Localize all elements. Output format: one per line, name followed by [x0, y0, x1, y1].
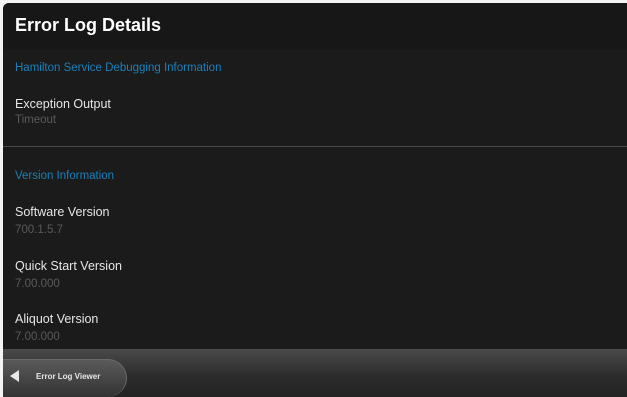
error-log-viewer-back-button[interactable]: Error Log Viewer [3, 359, 127, 397]
back-button-label: Error Log Viewer [36, 372, 101, 381]
quick-start-version-label: Quick Start Version [15, 259, 122, 273]
exception-output-label: Exception Output [15, 97, 111, 111]
back-arrow-icon [10, 370, 19, 382]
aliquot-version-value: 7.00.000 [15, 331, 60, 343]
version-section-heading: Version Information [15, 170, 115, 182]
aliquot-version-label: Aliquot Version [15, 312, 99, 326]
debug-section-heading: Hamilton Service Debugging Information [15, 62, 222, 74]
title-bar: Error Log Details [3, 3, 627, 49]
exception-output-value: Timeout [15, 114, 57, 126]
error-log-details-screen: Error Log Details Hamilton Service Debug… [3, 3, 627, 397]
software-version-value: 700.1.5.7 [15, 224, 63, 236]
quick-start-version-value: 7.00.000 [15, 278, 60, 290]
section-divider [3, 146, 627, 147]
page-title: Error Log Details [15, 15, 162, 35]
software-version-label: Software Version [15, 205, 110, 219]
